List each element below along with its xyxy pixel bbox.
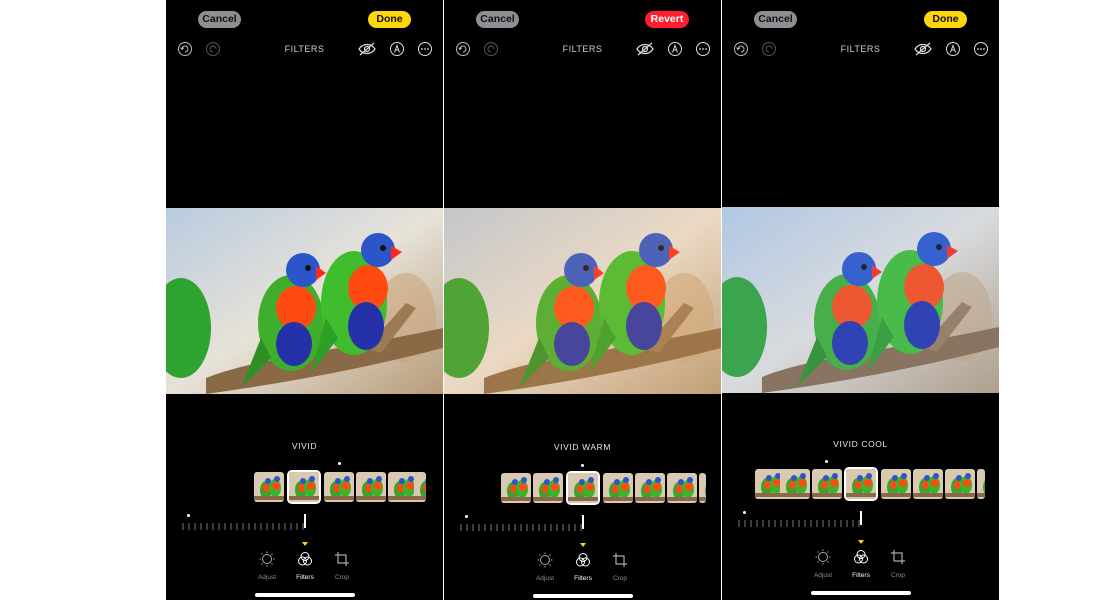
filter-thumb-selected[interactable] [566,471,600,505]
tool-label: Adjust [813,572,833,579]
tool-label: Filters [296,574,314,581]
editor-screen-vivid-warm: Cancel Revert FILTERS VIVID WARM Adjust … [444,0,721,600]
tool-filters[interactable]: Filters [285,551,325,581]
more-icon[interactable] [695,41,711,57]
home-indicator [811,591,911,595]
filter-thumb[interactable] [414,472,426,502]
active-tool-caret [302,542,308,546]
home-indicator [533,594,633,598]
revert-button[interactable]: Revert [645,11,689,28]
done-button[interactable]: Done [924,11,967,28]
photo-preview [166,208,443,394]
filter-thumb[interactable] [254,472,284,502]
active-tool-caret [580,543,586,547]
intensity-start-dot [465,515,468,518]
intensity-needle[interactable] [582,515,584,529]
tool-filters[interactable]: Filters [841,549,881,579]
filter-thumb[interactable] [667,473,697,503]
tool-adjust[interactable]: Adjust [525,552,565,582]
original-marker-dot [581,464,584,467]
filter-thumb[interactable] [780,469,810,499]
done-button[interactable]: Done [368,11,411,28]
intensity-slider[interactable] [181,520,311,532]
filter-name: VIVID COOL [833,439,888,449]
home-indicator [255,593,355,597]
auto-enhance-icon[interactable] [667,41,683,57]
editor-screen-vivid-cool: Cancel Done FILTERS VIVID COOL Adjust Fi… [722,0,999,600]
more-icon[interactable] [417,41,433,57]
tool-filters[interactable]: Filters [563,552,603,582]
tool-label: Adjust [257,574,277,581]
photo-preview [444,208,721,394]
editor-screen-vivid: Cancel Done FILTERS VIVID Adjust Filters… [166,0,443,600]
original-marker-dot [338,462,341,465]
intensity-needle[interactable] [304,514,306,528]
tool-crop[interactable]: Crop [322,551,362,581]
intensity-slider[interactable] [459,521,589,533]
more-icon[interactable] [973,41,989,57]
adjust-icon [259,551,275,567]
filter-thumb[interactable] [635,473,665,503]
filter-thumb[interactable] [945,469,975,499]
filters-icon [298,552,312,566]
tool-label: Crop [612,575,628,582]
filter-thumb[interactable] [501,473,531,503]
crop-icon [335,552,349,566]
cancel-button[interactable]: Cancel [198,11,241,28]
filter-thumb-selected[interactable] [287,470,321,504]
filter-name: VIVID WARM [553,442,612,452]
filter-strip [501,471,706,505]
hide-eye-icon[interactable] [358,41,376,57]
intensity-start-dot [743,511,746,514]
filter-thumb[interactable] [356,472,386,502]
filter-thumb[interactable] [977,469,985,499]
filter-thumb[interactable] [913,469,943,499]
adjust-icon [537,552,553,568]
filter-name: VIVID [291,441,318,451]
original-marker-dot [825,460,828,463]
tool-label: Crop [334,574,350,581]
tool-adjust[interactable]: Adjust [803,549,843,579]
cancel-button[interactable]: Cancel [754,11,797,28]
auto-enhance-icon[interactable] [945,41,961,57]
filters-icon [576,553,590,567]
tool-label: Filters [574,575,592,582]
filter-thumb[interactable] [699,473,706,503]
tool-crop[interactable]: Crop [600,552,640,582]
filter-thumb[interactable] [881,469,911,499]
tool-label: Crop [890,572,906,579]
intensity-needle[interactable] [860,511,862,525]
crop-icon [891,550,905,564]
hide-eye-icon[interactable] [914,41,932,57]
filter-thumb[interactable] [324,472,354,502]
filter-strip [755,467,985,501]
tool-crop[interactable]: Crop [878,549,918,579]
tool-adjust[interactable]: Adjust [247,551,287,581]
filter-strip [254,470,426,504]
tool-label: Adjust [535,575,555,582]
cancel-button[interactable]: Cancel [476,11,519,28]
filter-thumb[interactable] [533,473,563,503]
filter-thumb[interactable] [812,469,842,499]
hide-eye-icon[interactable] [636,41,654,57]
tool-label: Filters [852,572,870,579]
intensity-start-dot [187,514,190,517]
photo-preview [722,207,999,393]
auto-enhance-icon[interactable] [389,41,405,57]
filters-icon [854,550,868,564]
crop-icon [613,553,627,567]
intensity-slider[interactable] [737,517,867,529]
active-tool-caret [858,540,864,544]
filter-thumb-selected[interactable] [844,467,878,501]
filter-thumb[interactable] [603,473,633,503]
adjust-icon [815,549,831,565]
